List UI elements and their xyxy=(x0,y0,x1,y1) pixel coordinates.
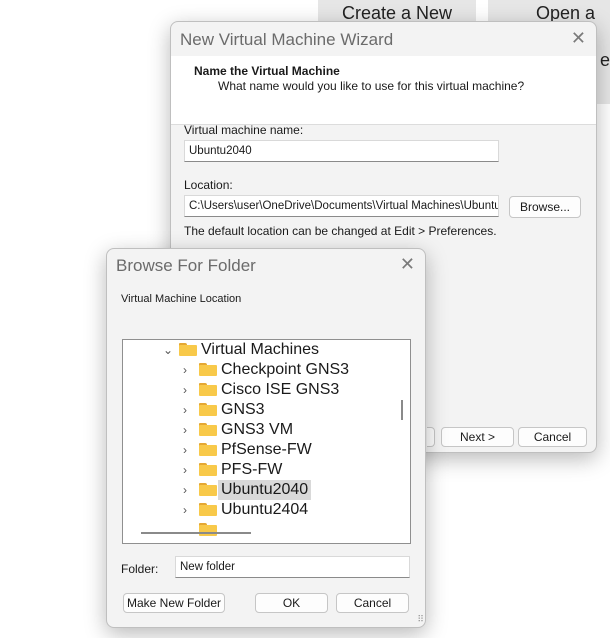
vertical-scrollbar[interactable] xyxy=(401,400,403,420)
wizard-title: New Virtual Machine Wizard xyxy=(180,30,394,49)
location-input[interactable]: C:\Users\user\OneDrive\Documents\Virtual… xyxy=(184,195,499,217)
folder-icon xyxy=(199,463,217,476)
tree-item-label: GNS3 VM xyxy=(221,421,294,438)
wizard-titlebar[interactable]: New Virtual Machine Wizard ✕ xyxy=(171,22,596,56)
browse-title: Browse For Folder xyxy=(116,256,256,275)
folder-label: Folder: xyxy=(121,562,159,576)
browse-titlebar[interactable]: Browse For Folder ✕ xyxy=(107,249,425,283)
folder-icon xyxy=(199,443,217,456)
chevron-right-icon[interactable]: › xyxy=(183,500,187,520)
folder-name-input[interactable]: New folder xyxy=(175,556,410,578)
chevron-down-icon[interactable]: ⌄ xyxy=(163,340,173,360)
chevron-right-icon[interactable]: › xyxy=(183,460,187,480)
folder-icon xyxy=(199,503,217,516)
folder-icon xyxy=(179,343,197,356)
chevron-right-icon[interactable]: › xyxy=(183,360,187,380)
tree-item-label: Cisco ISE GNS3 xyxy=(221,381,340,398)
tree-item-label: Ubuntu2404 xyxy=(221,501,309,518)
tree-item-label: PFS-FW xyxy=(221,461,283,478)
browse-button[interactable]: Browse... xyxy=(509,196,581,218)
folder-icon xyxy=(199,363,217,376)
ok-button[interactable]: OK xyxy=(255,593,328,613)
tree-item-label: Ubuntu2040 xyxy=(218,480,312,500)
wizard-header: Name the Virtual Machine What name would… xyxy=(171,56,596,125)
chevron-right-icon[interactable]: › xyxy=(183,400,187,420)
browse-cancel-button[interactable]: Cancel xyxy=(336,593,409,613)
wizard-cancel-button[interactable]: Cancel xyxy=(518,427,587,447)
create-new-vm-tile-label: Create a New xyxy=(341,3,453,22)
folder-tree[interactable]: ⌄ Virtual Machines › Checkpoint GNS3 › C… xyxy=(122,339,411,544)
chevron-right-icon[interactable]: › xyxy=(183,420,187,440)
folder-icon xyxy=(199,523,217,536)
horizontal-scrollbar[interactable] xyxy=(141,532,251,534)
open-vm-tile-fragment: e xyxy=(600,50,610,70)
default-location-note: The default location can be changed at E… xyxy=(184,224,497,238)
location-label: Location: xyxy=(184,178,233,192)
back-button-partial[interactable] xyxy=(427,427,435,447)
browse-for-folder-dialog: Browse For Folder ✕ Virtual Machine Loca… xyxy=(106,248,426,628)
step-title: Name the Virtual Machine xyxy=(194,64,340,78)
step-subtitle: What name would you like to use for this… xyxy=(218,79,525,93)
close-icon[interactable]: ✕ xyxy=(571,28,586,49)
tree-item-label: GNS3 xyxy=(221,401,265,418)
chevron-right-icon[interactable]: › xyxy=(183,440,187,460)
tree-item-label: PfSense-FW xyxy=(221,441,312,458)
create-new-vm-tile[interactable]: Create a New xyxy=(318,0,476,22)
vm-name-input[interactable]: Ubuntu2040 xyxy=(184,140,499,162)
next-button[interactable]: Next > xyxy=(441,427,514,447)
folder-icon xyxy=(199,403,217,416)
tree-item-label: Virtual Machines xyxy=(201,341,319,358)
resize-grip-icon[interactable]: ⠿ xyxy=(417,614,424,625)
tree-item-label: Checkpoint GNS3 xyxy=(221,361,350,378)
chevron-right-icon[interactable]: › xyxy=(183,380,187,400)
browse-description: Virtual Machine Location xyxy=(121,293,242,305)
folder-icon xyxy=(199,483,217,496)
close-icon[interactable]: ✕ xyxy=(400,254,415,275)
vm-name-label: Virtual machine name: xyxy=(184,123,304,137)
chevron-right-icon[interactable]: › xyxy=(183,480,187,500)
folder-icon xyxy=(199,423,217,436)
folder-icon xyxy=(199,383,217,396)
make-new-folder-button[interactable]: Make New Folder xyxy=(123,593,225,613)
open-vm-tile-label: Open a xyxy=(536,3,596,23)
